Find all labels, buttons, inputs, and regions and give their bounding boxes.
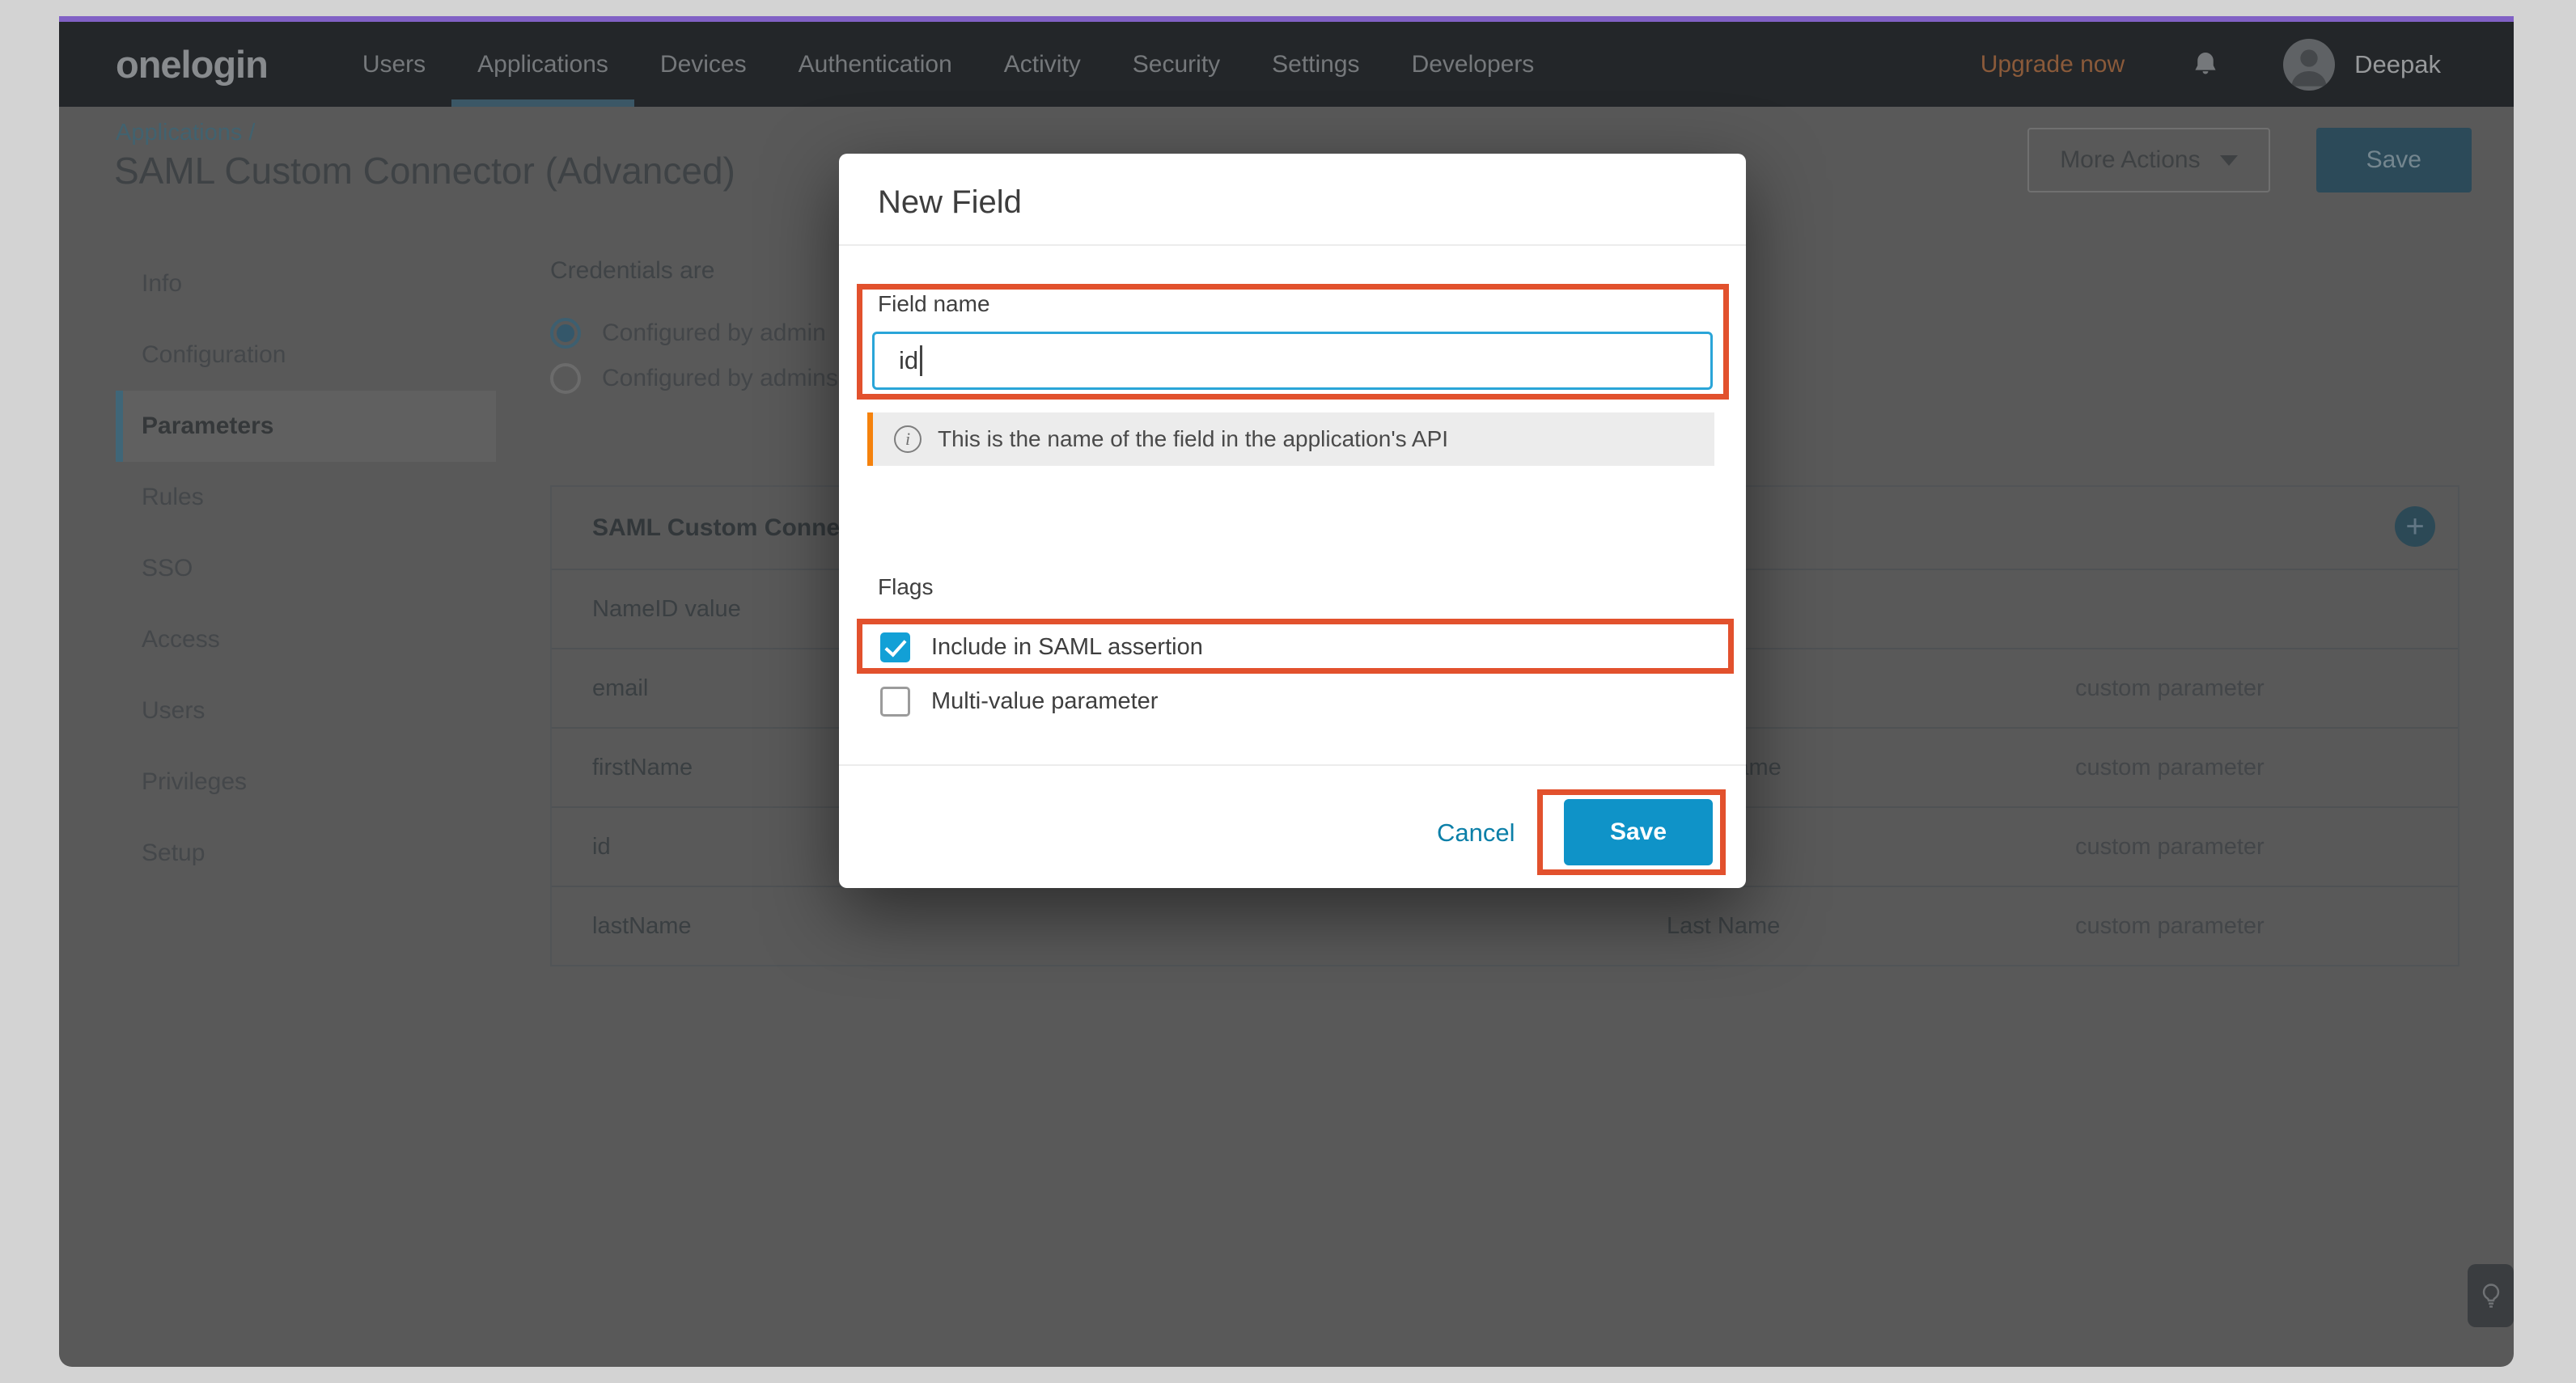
nav-item-users[interactable]: Users bbox=[337, 22, 451, 107]
credentials-section: Credentials are Configured by adminConfi… bbox=[550, 257, 858, 401]
flag-label: Multi-value parameter bbox=[931, 688, 1158, 715]
parameter-name: lastName bbox=[552, 913, 692, 940]
parameter-type: custom parameter bbox=[2075, 755, 2265, 781]
parameter-name: id bbox=[552, 834, 611, 861]
info-icon: i bbox=[894, 425, 922, 453]
chevron-down-icon bbox=[2220, 155, 2238, 166]
sidebar-item-access[interactable]: Access bbox=[116, 604, 496, 675]
nav-item-settings[interactable]: Settings bbox=[1246, 22, 1385, 107]
modal-footer-divider bbox=[839, 764, 1746, 766]
checkbox-checked-icon[interactable] bbox=[880, 632, 910, 662]
field-name-help-text: This is the name of the field in the app… bbox=[938, 426, 1448, 452]
sidebar-item-parameters[interactable]: Parameters bbox=[116, 391, 496, 462]
parameter-type: custom parameter bbox=[2075, 913, 2265, 940]
sidebar-item-setup[interactable]: Setup bbox=[116, 818, 496, 889]
field-name-input[interactable]: id bbox=[872, 332, 1713, 390]
text-cursor bbox=[920, 345, 922, 376]
flag-option-include-in-saml-assertion[interactable]: Include in SAML assertion bbox=[880, 632, 1203, 662]
top-nav: onelogin UsersApplicationsDevicesAuthent… bbox=[59, 22, 2514, 107]
more-actions-label: More Actions bbox=[2060, 146, 2200, 174]
field-name-help-note: i This is the name of the field in the a… bbox=[867, 412, 1714, 466]
radio-unselected-icon[interactable] bbox=[550, 363, 581, 394]
radio-selected-icon[interactable] bbox=[550, 318, 581, 349]
page-title: SAML Custom Connector (Advanced) bbox=[114, 149, 735, 192]
upgrade-now-link[interactable]: Upgrade now bbox=[1981, 51, 2125, 78]
new-field-modal: New Field Field name id i This is the na… bbox=[839, 154, 1746, 888]
credentials-label: Credentials are bbox=[550, 257, 858, 285]
field-name-input-value: id bbox=[899, 346, 918, 375]
radio-option-configured-by-admin[interactable]: Configured by admin bbox=[550, 311, 858, 356]
help-lightbulb-button[interactable] bbox=[2468, 1264, 2514, 1327]
sidebar-item-sso[interactable]: SSO bbox=[116, 533, 496, 604]
parameter-row-lastname[interactable]: lastName Last Name custom parameter bbox=[552, 886, 2458, 965]
nav-item-security[interactable]: Security bbox=[1107, 22, 1246, 107]
parameter-type: custom parameter bbox=[2075, 834, 2265, 861]
flag-label: Include in SAML assertion bbox=[931, 634, 1203, 661]
modal-save-button[interactable]: Save bbox=[1564, 799, 1713, 865]
onelogin-logo: onelogin bbox=[116, 42, 268, 87]
cancel-button[interactable]: Cancel bbox=[1437, 818, 1515, 848]
nav-item-devices[interactable]: Devices bbox=[634, 22, 773, 107]
nav-items: UsersApplicationsDevicesAuthenticationAc… bbox=[337, 22, 1561, 107]
radio-label: Configured by admins a bbox=[602, 365, 858, 392]
sidebar-item-configuration[interactable]: Configuration bbox=[116, 319, 496, 391]
avatar[interactable] bbox=[2283, 39, 2335, 91]
sidebar-item-info[interactable]: Info bbox=[116, 248, 496, 319]
flag-option-multi-value-parameter[interactable]: Multi-value parameter bbox=[880, 687, 1158, 717]
nav-item-activity[interactable]: Activity bbox=[978, 22, 1107, 107]
modal-title: New Field bbox=[878, 184, 1022, 221]
parameter-value: Last Name bbox=[1667, 913, 1780, 940]
radio-option-configured-by-admins-a[interactable]: Configured by admins a bbox=[550, 356, 858, 401]
sidebar: InfoConfigurationParametersRulesSSOAcces… bbox=[59, 248, 496, 889]
modal-header-divider bbox=[839, 244, 1746, 246]
more-actions-button[interactable]: More Actions bbox=[2027, 128, 2269, 192]
header-actions: More Actions Save bbox=[2027, 128, 2472, 192]
nav-item-developers[interactable]: Developers bbox=[1386, 22, 1561, 107]
breadcrumb[interactable]: Applications / bbox=[116, 120, 256, 146]
nav-right-group: Upgrade now Deepak bbox=[1981, 39, 2441, 91]
parameter-name: email bbox=[552, 675, 648, 702]
field-name-label: Field name bbox=[878, 291, 990, 317]
checkbox-unchecked-icon[interactable] bbox=[880, 687, 910, 717]
flags-label: Flags bbox=[878, 574, 933, 600]
notifications-bell-icon[interactable] bbox=[2191, 50, 2220, 79]
sidebar-item-privileges[interactable]: Privileges bbox=[116, 746, 496, 818]
user-name[interactable]: Deepak bbox=[2354, 50, 2441, 79]
parameter-name: NameID value bbox=[552, 596, 741, 623]
brand-accent-line bbox=[59, 16, 2514, 22]
sidebar-item-rules[interactable]: Rules bbox=[116, 462, 496, 533]
nav-item-authentication[interactable]: Authentication bbox=[773, 22, 978, 107]
parameter-type: custom parameter bbox=[2075, 675, 2265, 702]
nav-item-applications[interactable]: Applications bbox=[451, 22, 634, 107]
lightbulb-icon bbox=[2476, 1281, 2506, 1310]
radio-label: Configured by admin bbox=[602, 319, 826, 347]
sidebar-item-users[interactable]: Users bbox=[116, 675, 496, 746]
parameter-name: firstName bbox=[552, 755, 693, 781]
add-parameter-button[interactable]: + bbox=[2395, 506, 2435, 547]
header-save-button[interactable]: Save bbox=[2316, 128, 2472, 192]
credentials-radio-group: Configured by admin Configured by admins … bbox=[550, 311, 858, 401]
